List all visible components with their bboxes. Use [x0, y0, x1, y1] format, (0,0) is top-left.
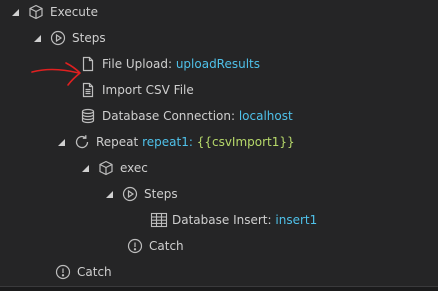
database-icon: [80, 108, 96, 124]
tree-item-repeat[interactable]: Repeat repeat1: {{csvImport1}}: [56, 130, 295, 154]
exclamation-circle-icon: [55, 264, 71, 280]
tree-item-catch-inner[interactable]: Catch: [127, 234, 184, 258]
collapse-toggle-icon[interactable]: [56, 137, 66, 147]
catch-label: Catch: [77, 265, 112, 279]
play-circle-icon: [50, 30, 66, 46]
tree-item-import-csv[interactable]: Import CSV File: [80, 78, 194, 102]
catch-inner-label: Catch: [149, 239, 184, 253]
red-arrow-annotation-icon: [31, 62, 81, 86]
tree-item-file-upload[interactable]: File Upload: uploadResults: [80, 52, 260, 76]
cube-icon: [28, 4, 44, 20]
repeat-expression: {{csvImport1}}: [196, 135, 295, 149]
exclamation-circle-icon: [127, 238, 143, 254]
repeat-icon: [74, 134, 90, 150]
collapse-toggle-icon[interactable]: [104, 189, 114, 199]
action-tree: Execute Steps File Upload: uploadResults: [0, 0, 438, 288]
repeat-label: Repeat: [96, 135, 139, 149]
tree-item-steps[interactable]: Steps: [32, 26, 106, 50]
tree-item-database-insert[interactable]: Database Insert: insert1: [150, 208, 317, 232]
database-insert-label: Database Insert:: [172, 213, 272, 227]
tree-item-catch[interactable]: Catch: [55, 260, 112, 284]
collapse-toggle-icon[interactable]: [32, 33, 42, 43]
execute-label: Execute: [50, 5, 98, 19]
repeat-name: repeat1:: [142, 135, 193, 149]
steps-label: Steps: [72, 31, 106, 45]
file-upload-value: uploadResults: [175, 57, 261, 71]
database-connection-value: localhost: [238, 109, 293, 123]
collapse-toggle-icon[interactable]: [10, 7, 20, 17]
tree-item-database-connection[interactable]: Database Connection: localhost: [80, 104, 293, 128]
panel-bottom-border: [0, 286, 438, 291]
database-connection-label: Database Connection:: [102, 109, 236, 123]
cube-icon: [98, 160, 114, 176]
exec-label: exec: [120, 161, 148, 175]
tree-item-exec[interactable]: exec: [80, 156, 148, 180]
tree-item-steps-inner[interactable]: Steps: [104, 182, 178, 206]
file-upload-label: File Upload:: [102, 57, 172, 71]
collapse-toggle-icon[interactable]: [80, 163, 90, 173]
table-icon: [150, 212, 168, 228]
import-csv-label: Import CSV File: [102, 83, 194, 97]
tree-item-execute[interactable]: Execute: [10, 0, 98, 24]
steps-inner-label: Steps: [144, 187, 178, 201]
database-insert-value: insert1: [275, 213, 318, 227]
play-circle-icon: [122, 186, 138, 202]
